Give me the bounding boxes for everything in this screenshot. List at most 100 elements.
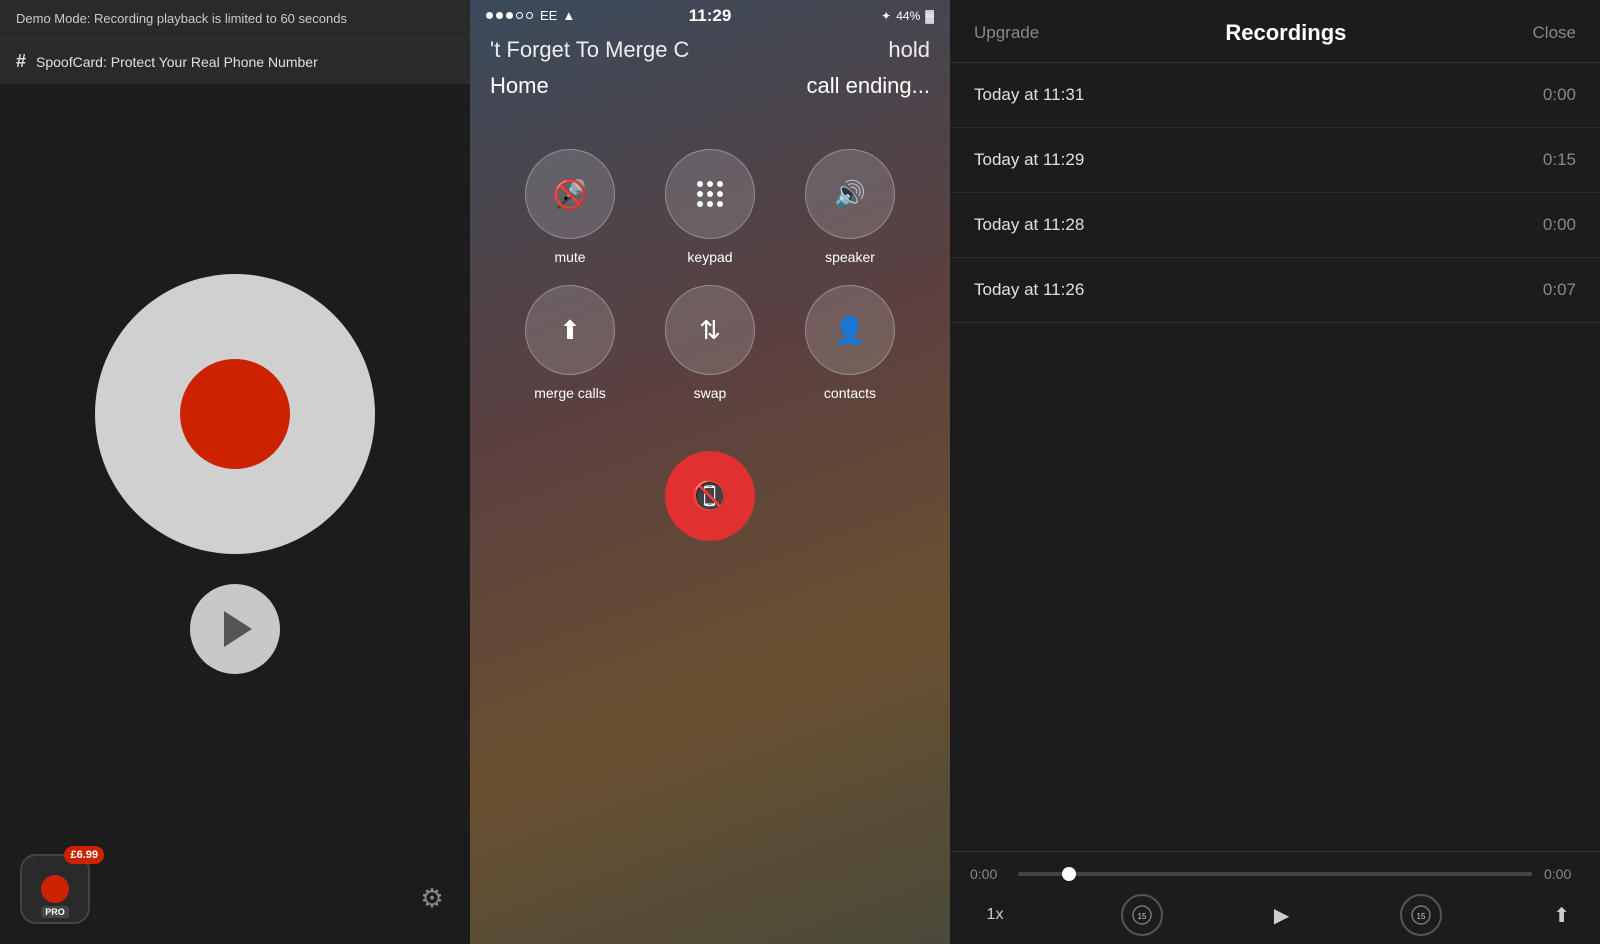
- mute-button[interactable]: 🎤🚫 mute: [510, 149, 630, 265]
- recordings-title: Recordings: [1225, 20, 1346, 46]
- recordings-header: Upgrade Recordings Close: [950, 0, 1600, 63]
- end-call-icon: 📵: [691, 479, 728, 514]
- left-panel: Demo Mode: Recording playback is limited…: [0, 0, 470, 944]
- merge-button[interactable]: ⬆ merge calls: [510, 285, 630, 401]
- close-button[interactable]: Close: [1533, 23, 1576, 43]
- signal-dot-5: [526, 12, 533, 19]
- progress-track[interactable]: [1018, 872, 1532, 876]
- progress-row: 0:00 0:00: [970, 866, 1580, 882]
- recording-time-3: Today at 11:26: [974, 280, 1084, 300]
- hash-icon: #: [16, 51, 26, 72]
- record-button[interactable]: [95, 274, 375, 554]
- call-ending: call ending...: [806, 73, 930, 99]
- pro-dot: [41, 875, 69, 903]
- recording-duration-0: 0:00: [1543, 85, 1576, 105]
- mute-icon: 🎤🚫: [553, 178, 588, 211]
- recording-item-2[interactable]: Today at 11:28 0:00: [950, 193, 1600, 258]
- wifi-icon: ▲: [562, 8, 575, 23]
- bottom-left-area: PRO £6.99: [20, 854, 90, 924]
- recording-item-1[interactable]: Today at 11:29 0:15: [950, 128, 1600, 193]
- battery-icon: ▓: [925, 9, 934, 23]
- keypad-icon: [697, 181, 723, 207]
- contacts-icon: 👤: [834, 315, 866, 346]
- signal-dots: [486, 12, 533, 19]
- mute-label: mute: [554, 249, 585, 265]
- controls-row: 1x 15 ▶ 15 ⬆: [970, 894, 1580, 936]
- recording-time-2: Today at 11:28: [974, 215, 1084, 235]
- pro-label: PRO: [41, 906, 69, 918]
- merge-circle: ⬆: [525, 285, 615, 375]
- settings-button[interactable]: ⚙: [414, 880, 450, 916]
- spoof-text: SpoofCard: Protect Your Real Phone Numbe…: [36, 54, 318, 70]
- call-subtitle: Home call ending...: [470, 73, 950, 129]
- call-header: 't Forget To Merge C hold: [470, 27, 950, 73]
- keypad-label: keypad: [687, 249, 732, 265]
- status-time: 11:29: [689, 6, 732, 26]
- swap-circle: ⇅: [665, 285, 755, 375]
- svg-text:15: 15: [1138, 912, 1147, 921]
- phone-screen: EE ▲ 11:29 ✦ 44% ▓ 't Forget To Merge C …: [470, 0, 950, 944]
- recordings-list: Today at 11:31 0:00 Today at 11:29 0:15 …: [950, 63, 1600, 851]
- recording-duration-1: 0:15: [1543, 150, 1576, 170]
- spoof-banner[interactable]: # SpoofCard: Protect Your Real Phone Num…: [0, 38, 470, 84]
- merge-icon: ⬆: [559, 315, 581, 346]
- recording-duration-2: 0:00: [1543, 215, 1576, 235]
- swap-button[interactable]: ⇅ swap: [650, 285, 770, 401]
- demo-banner: Demo Mode: Recording playback is limited…: [0, 0, 470, 38]
- call-home: Home: [490, 73, 549, 99]
- speaker-label: speaker: [825, 249, 875, 265]
- signal-area: EE ▲: [486, 8, 575, 23]
- signal-dot-1: [486, 12, 493, 19]
- upgrade-button[interactable]: Upgrade: [974, 23, 1039, 43]
- merge-label: merge calls: [534, 385, 606, 401]
- rewind-icon: 15: [1132, 905, 1152, 925]
- swap-label: swap: [694, 385, 727, 401]
- forward-button[interactable]: 15: [1400, 894, 1442, 936]
- recording-item-3[interactable]: Today at 11:26 0:07: [950, 258, 1600, 323]
- speaker-button[interactable]: 🔊 speaker: [790, 149, 910, 265]
- call-buttons-grid: 🎤🚫 mute keypad 🔊 speaker: [470, 129, 950, 421]
- play-button[interactable]: [190, 584, 280, 674]
- call-title: 't Forget To Merge C: [490, 37, 689, 63]
- play-pause-button[interactable]: ▶: [1274, 903, 1289, 928]
- signal-dot-3: [506, 12, 513, 19]
- speaker-circle: 🔊: [805, 149, 895, 239]
- recording-item-0[interactable]: Today at 11:31 0:00: [950, 63, 1600, 128]
- total-time: 0:00: [1544, 866, 1580, 882]
- record-area: [0, 84, 470, 944]
- end-call-button[interactable]: 📵: [665, 451, 755, 541]
- signal-dot-2: [496, 12, 503, 19]
- current-time: 0:00: [970, 866, 1006, 882]
- call-hold: hold: [888, 37, 930, 63]
- share-button[interactable]: ⬆: [1553, 903, 1570, 928]
- mute-circle: 🎤🚫: [525, 149, 615, 239]
- contacts-circle: 👤: [805, 285, 895, 375]
- carrier-label: EE: [540, 8, 557, 23]
- right-panel: Upgrade Recordings Close Today at 11:31 …: [950, 0, 1600, 944]
- recording-time-1: Today at 11:29: [974, 150, 1084, 170]
- signal-dot-4: [516, 12, 523, 19]
- keypad-circle: [665, 149, 755, 239]
- rewind-button[interactable]: 15: [1121, 894, 1163, 936]
- speed-button[interactable]: 1x: [980, 906, 1010, 924]
- play-icon: [224, 611, 252, 647]
- pro-badge[interactable]: PRO £6.99: [20, 854, 90, 924]
- recording-time-0: Today at 11:31: [974, 85, 1084, 105]
- battery-label: 44%: [896, 9, 920, 23]
- progress-thumb: [1062, 867, 1076, 881]
- contacts-label: contacts: [824, 385, 876, 401]
- end-call-area: 📵: [470, 451, 950, 541]
- svg-text:15: 15: [1417, 912, 1426, 921]
- recording-duration-3: 0:07: [1543, 280, 1576, 300]
- bluetooth-icon: ✦: [881, 9, 891, 23]
- pro-icon-circle: PRO: [20, 854, 90, 924]
- battery-area: ✦ 44% ▓: [881, 9, 934, 23]
- player-bar: 0:00 0:00 1x 15 ▶ 15 ⬆: [950, 851, 1600, 944]
- price-badge: £6.99: [64, 846, 104, 864]
- keypad-button[interactable]: keypad: [650, 149, 770, 265]
- forward-icon: 15: [1411, 905, 1431, 925]
- speaker-icon: 🔊: [834, 179, 866, 210]
- record-dot: [180, 359, 290, 469]
- swap-icon: ⇅: [699, 315, 721, 346]
- contacts-button[interactable]: 👤 contacts: [790, 285, 910, 401]
